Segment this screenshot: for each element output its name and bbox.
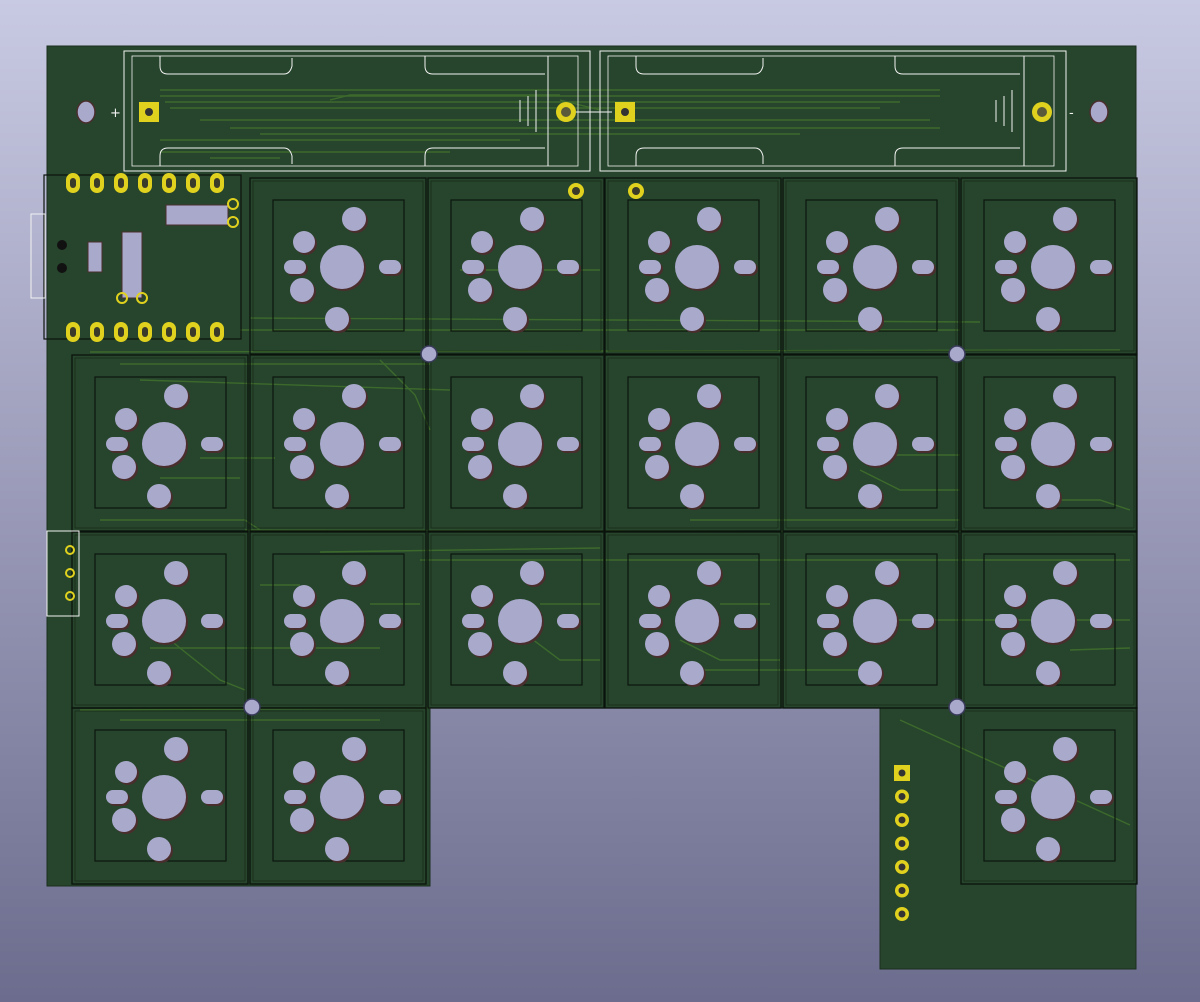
mounting-hole [1089,100,1109,124]
battery-minus-label: - [1069,106,1074,121]
mounting-hole [76,100,96,124]
battery-plus-label: + [110,106,121,121]
pcb-3d-viewer[interactable]: + - [0,0,1200,1002]
